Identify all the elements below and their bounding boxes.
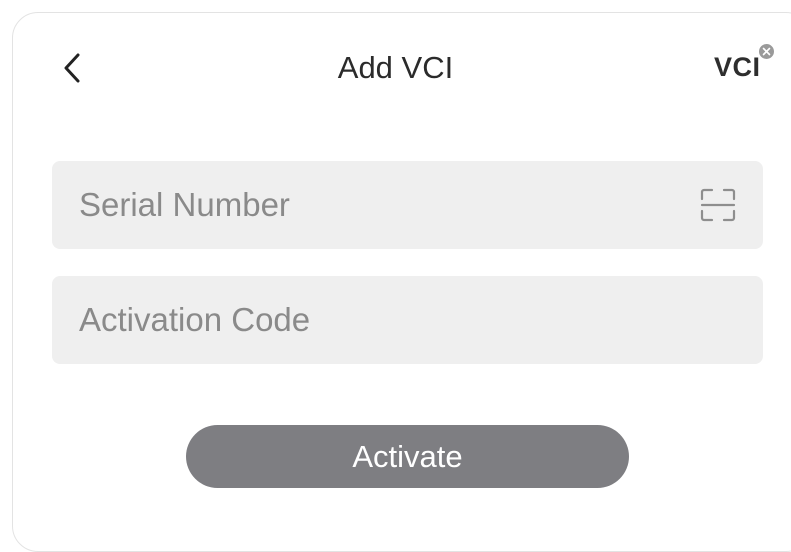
page-title: Add VCI bbox=[337, 50, 454, 85]
activate-button[interactable]: Activate bbox=[186, 425, 629, 488]
activation-code-input[interactable] bbox=[52, 276, 763, 364]
scan-button[interactable] bbox=[699, 187, 737, 223]
vci-close-badge[interactable] bbox=[759, 44, 774, 59]
vci-button[interactable]: VCI bbox=[714, 52, 761, 83]
serial-number-field bbox=[52, 161, 763, 249]
activation-code-field bbox=[52, 276, 763, 364]
scan-icon bbox=[700, 188, 736, 222]
serial-number-input[interactable] bbox=[52, 161, 763, 249]
close-icon bbox=[762, 47, 771, 56]
